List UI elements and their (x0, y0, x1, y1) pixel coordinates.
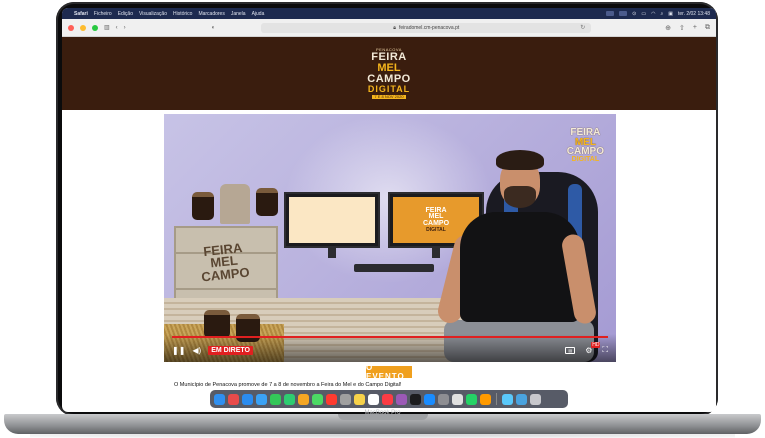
presenter-hair (496, 150, 544, 170)
video-watermark-logo: FEIRA MEL CAMPO DIGITAL (567, 128, 604, 163)
menu-ajuda[interactable]: Ajuda (252, 11, 265, 17)
photos-icon[interactable] (298, 393, 309, 405)
tabs-overview-icon[interactable]: ⧉ (705, 24, 710, 32)
appstore-icon[interactable] (424, 393, 435, 405)
crate-slat (176, 288, 276, 290)
monitor-digital: DIGITAL (426, 226, 446, 233)
section-intro: O Município de Penacova promove de 7 a 8… (174, 382, 402, 388)
chrome-icon[interactable] (452, 393, 463, 405)
site-header: PENACOVA FEIRA MEL CAMPO DIGITAL 7 E 8 N… (62, 37, 716, 110)
monitor-left (284, 192, 380, 248)
minimize-window-button[interactable] (80, 24, 86, 31)
sidebar-toggle-icon[interactable]: ▥ (104, 24, 110, 31)
notes-icon[interactable] (354, 393, 365, 405)
logo-digital: DIGITAL (367, 84, 411, 94)
volume-icon[interactable]: ◀︎) (192, 346, 201, 355)
monitor-stand (432, 248, 440, 258)
menu-historico[interactable]: Histórico (173, 11, 192, 17)
presenter-body (460, 212, 580, 322)
hd-badge: HD (591, 341, 601, 348)
battery-icon[interactable]: ▭ (641, 11, 646, 17)
reminders-icon[interactable] (368, 393, 379, 405)
video-player[interactable]: FEIRA MEL CAMPO FEIRA MEL CAMPO DIGITAL (164, 114, 616, 362)
music-icon[interactable] (382, 393, 393, 405)
honey-jar (192, 192, 214, 220)
whatsapp-icon[interactable] (466, 393, 477, 405)
clock[interactable]: ter. 2/02 13:48 (678, 11, 710, 17)
menu-ficheiro[interactable]: Ficheiro (94, 11, 112, 17)
launchpad-icon[interactable] (228, 393, 239, 405)
calendar-icon[interactable] (326, 393, 337, 405)
monitor-stand (328, 248, 336, 258)
finder-icon[interactable] (214, 393, 225, 405)
mail-icon[interactable] (256, 393, 267, 405)
video-progress-bar[interactable] (172, 336, 608, 338)
page: Safari Ficheiro Edição Visualização Hist… (0, 0, 765, 438)
forward-icon[interactable]: › (124, 25, 126, 31)
live-badge[interactable]: EM DIRETO (208, 345, 253, 355)
menu-marcadores[interactable]: Marcadores (198, 11, 224, 17)
illustrator-icon[interactable] (480, 393, 491, 405)
crate-logo: FEIRA MEL CAMPO (198, 240, 251, 284)
subtitles-icon[interactable]: ▤ (565, 346, 576, 354)
zoom-window-button[interactable] (92, 24, 98, 31)
maps-icon[interactable] (312, 393, 323, 405)
presenter-beard (504, 186, 536, 208)
menu-edicao[interactable]: Edição (118, 11, 133, 17)
lock-icon: 🔒︎ (393, 24, 396, 31)
safari-icon[interactable] (242, 393, 253, 405)
spotlight-icon[interactable]: ⌕ (660, 11, 663, 17)
macos-dock (210, 390, 568, 408)
menu-app-name[interactable]: Safari (74, 11, 88, 17)
menu-visualizacao[interactable]: Visualização (139, 11, 167, 17)
contacts-icon[interactable] (340, 393, 351, 405)
podcasts-icon[interactable] (396, 393, 407, 405)
video-controls: ❚❚ ◀︎) EM DIRETO ▤ ⚙ HD ⛶ (172, 341, 608, 357)
messages-icon[interactable] (270, 393, 281, 405)
folder-icon[interactable] (502, 393, 513, 405)
control-center-icon[interactable]: ▣ (668, 11, 673, 17)
close-window-button[interactable] (68, 24, 74, 31)
watermark-digital: DIGITAL (571, 155, 600, 163)
tv-icon[interactable] (410, 393, 421, 405)
status-app-icon-2[interactable] (619, 11, 628, 16)
fullscreen-icon[interactable]: ⛶ (602, 345, 608, 355)
keyboard (354, 264, 434, 272)
privacy-shield-icon[interactable]: ◐ (212, 25, 216, 31)
address-text: feiradomel.cm-penacova.pt (398, 24, 460, 31)
settings-icon[interactable]: ⚙ HD (585, 341, 601, 355)
pause-icon[interactable]: ❚❚ (172, 346, 185, 355)
macos-menubar: Safari Ficheiro Edição Visualização Hist… (62, 8, 716, 19)
monitor-left-screen (289, 197, 375, 243)
address-bar[interactable]: 🔒︎ feiradomel.cm-penacova.pt ↻ (261, 22, 592, 33)
wifi-icon[interactable]: ◠ (651, 11, 655, 17)
facetime-icon[interactable] (284, 393, 295, 405)
menu-janela[interactable]: Janela (231, 11, 246, 17)
share-icon[interactable]: ⇧ (679, 24, 685, 32)
siri-icon[interactable]: ⊙ (632, 11, 636, 17)
sack (220, 184, 250, 224)
site-logo[interactable]: PENACOVA FEIRA MEL CAMPO DIGITAL 7 E 8 N… (367, 48, 410, 99)
settings-icon[interactable] (438, 393, 449, 405)
section-title: O EVENTO (366, 363, 412, 381)
reload-icon[interactable]: ↻ (580, 24, 585, 31)
status-app-icon[interactable] (606, 11, 615, 16)
trash-icon[interactable] (530, 393, 541, 405)
logo-date: 7 E 8 NOV 2020 (372, 94, 406, 99)
new-tab-icon[interactable]: + (693, 24, 697, 32)
back-icon[interactable]: ‹ (116, 25, 118, 31)
honey-jar (256, 188, 278, 216)
laptop-screen: Safari Ficheiro Edição Visualização Hist… (62, 8, 716, 412)
safari-toolbar: ▥ ‹ › ◐ 🔒︎ feiradomel.cm-penacova.pt ↻ ⊕… (62, 19, 716, 37)
download-icon[interactable]: ⊕ (665, 24, 671, 32)
device-label: MacBook Pro (364, 410, 401, 416)
downloads-icon[interactable] (516, 393, 527, 405)
dock-separator (496, 393, 497, 405)
